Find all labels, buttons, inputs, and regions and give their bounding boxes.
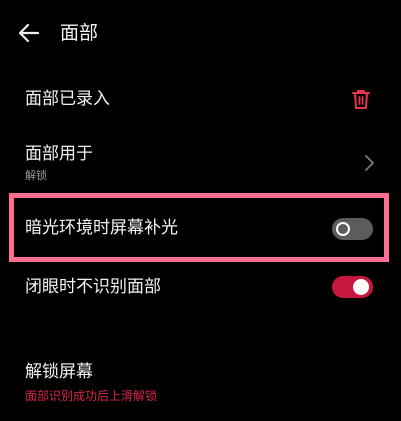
dark-fill-light-row[interactable]: 暗光环境时屏幕补光 [0, 207, 401, 251]
toggle-knob [353, 279, 369, 295]
arrow-left-icon [18, 23, 40, 43]
toggle-knob [336, 222, 350, 236]
face-used-for-value: 解锁 [25, 169, 47, 182]
face-used-for-label: 面部用于 [25, 144, 93, 164]
face-enrolled-row[interactable]: 面部已录入 [0, 80, 401, 120]
eyes-closed-label: 闭眼时不识别面部 [25, 277, 161, 297]
face-used-for-row[interactable]: 面部用于 解锁 [0, 138, 401, 190]
eyes-closed-row[interactable]: 闭眼时不识别面部 [0, 270, 401, 310]
unlock-screen-label: 解锁屏幕 [25, 362, 93, 382]
delete-face-button[interactable] [350, 88, 372, 110]
back-button[interactable] [16, 20, 42, 46]
eyes-closed-toggle[interactable] [332, 276, 373, 298]
face-enrolled-label: 面部已录入 [25, 89, 110, 109]
trash-icon [352, 90, 370, 109]
unlock-screen-row[interactable]: 解锁屏幕 面部识别成功后上滑解锁 [0, 356, 401, 410]
dark-fill-light-label: 暗光环境时屏幕补光 [25, 218, 178, 238]
dark-fill-light-toggle[interactable] [332, 218, 373, 240]
page-title: 面部 [60, 22, 99, 44]
unlock-screen-value: 面部识别成功后上滑解锁 [25, 389, 158, 403]
app-header: 面部 [0, 0, 401, 66]
chevron-right-icon [362, 152, 376, 174]
